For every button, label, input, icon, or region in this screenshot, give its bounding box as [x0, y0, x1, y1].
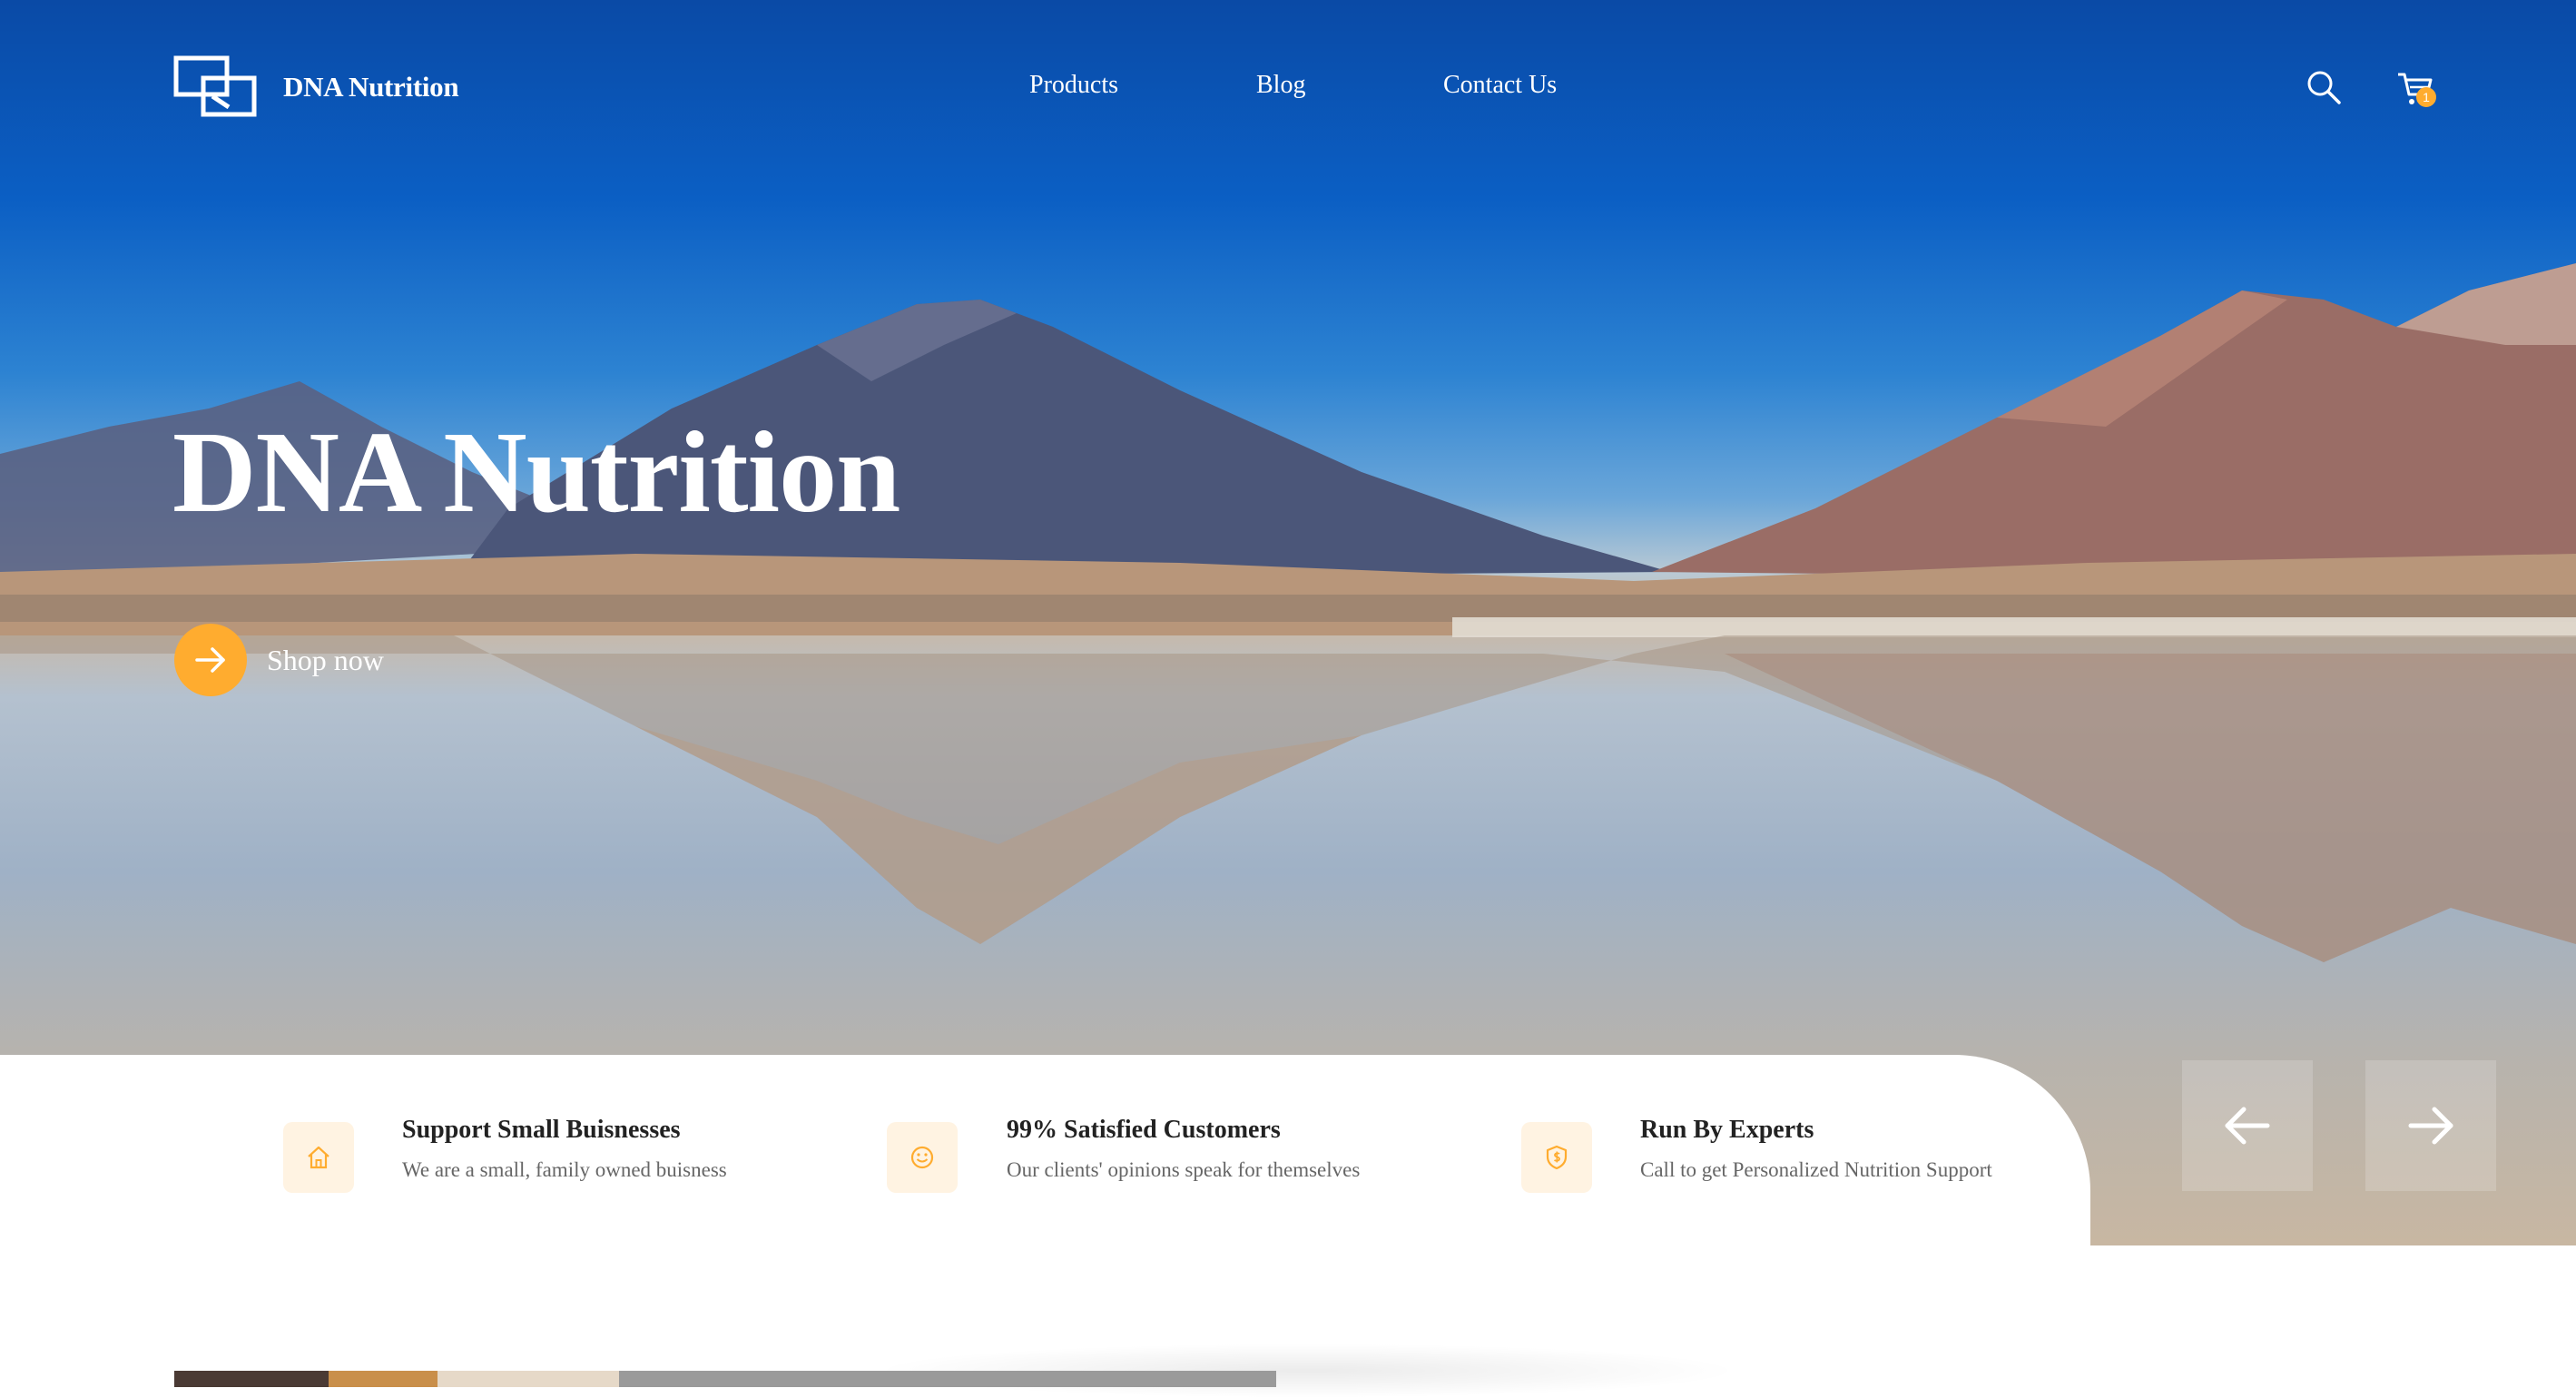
hero-title: DNA Nutrition — [172, 408, 900, 537]
dollar-shield-icon — [1521, 1122, 1592, 1193]
arrow-right-icon — [174, 624, 247, 696]
slider-prev-button[interactable] — [2182, 1060, 2313, 1191]
product-image-strip — [174, 1371, 1276, 1387]
cart-count-badge: 1 — [2416, 87, 2436, 107]
feature-description: We are a small, family owned buisness — [402, 1158, 727, 1181]
home-icon — [283, 1122, 354, 1193]
feature-title: Support Small Buisnesses — [402, 1116, 681, 1144]
nav-item-contact-us[interactable]: Contact Us — [1443, 71, 1557, 100]
smile-icon — [887, 1122, 958, 1193]
feature-description: Our clients' opinions speak for themselv… — [1007, 1158, 1361, 1181]
feature-title: Run By Experts — [1640, 1116, 1814, 1144]
arrow-right-icon — [2408, 1107, 2453, 1145]
features-panel: Support Small Buisnesses We are a small,… — [0, 1055, 2090, 1245]
main-nav: Products Blog Contact Us — [0, 71, 2576, 107]
shop-now-label: Shop now — [267, 643, 384, 676]
slider-next-button[interactable] — [2365, 1060, 2496, 1191]
nav-item-blog[interactable]: Blog — [1256, 71, 1305, 100]
shop-now-button[interactable]: Shop now — [174, 624, 384, 696]
nav-item-products[interactable]: Products — [1029, 71, 1118, 100]
feature-title: 99% Satisfied Customers — [1007, 1116, 1281, 1144]
search-icon[interactable] — [2306, 69, 2342, 105]
arrow-left-icon — [2225, 1107, 2270, 1145]
feature-description: Call to get Personalized Nutrition Suppo… — [1640, 1158, 1992, 1181]
